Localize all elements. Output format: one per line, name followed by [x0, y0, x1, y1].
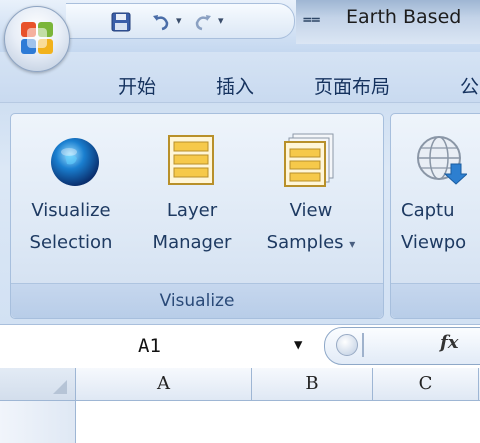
view-samples-icon — [284, 133, 334, 187]
expand-circle-icon[interactable] — [336, 334, 358, 356]
office-logo-icon — [21, 22, 53, 54]
cell-a1[interactable] — [76, 401, 480, 443]
view-samples-label-1: View — [289, 200, 333, 221]
select-all-button[interactable] — [0, 368, 76, 400]
quick-access-toolbar: ▾ ▾ — [66, 3, 295, 39]
customize-qat-icon[interactable]: ⩵ — [303, 9, 320, 27]
ribbon-tabs: 开始 插入 页面布局 公 — [0, 52, 480, 102]
visualize-group: Visualize Selection Layer Manager View S… — [10, 113, 384, 319]
tab-page-layout[interactable]: 页面布局 — [314, 72, 390, 99]
capture-globe-icon — [417, 136, 467, 185]
undo-dropdown-icon[interactable]: ▾ — [176, 14, 182, 27]
column-header-a[interactable]: A — [76, 368, 252, 400]
view-samples-label-text: Samples — [266, 232, 344, 253]
capture-label-2: Viewpo — [401, 232, 467, 253]
tab-insert[interactable]: 插入 — [216, 72, 254, 99]
select-all-icon — [53, 380, 67, 394]
save-icon[interactable] — [110, 11, 132, 33]
column-header-c[interactable]: C — [373, 368, 479, 400]
capture-group-label — [391, 283, 480, 318]
column-headers: A B C — [0, 368, 480, 401]
office-button[interactable] — [4, 6, 70, 72]
ribbon: Visualize Selection Layer Manager View S… — [0, 102, 480, 325]
undo-icon[interactable] — [150, 11, 172, 33]
visualize-selection-label-1: Visualize — [31, 200, 111, 221]
insert-function-button[interactable]: fx — [440, 332, 458, 353]
tab-home[interactable]: 开始 — [118, 72, 156, 99]
layer-manager-icon — [168, 135, 214, 185]
visualize-selection-label-2: Selection — [29, 232, 113, 253]
formula-bar: A1 ▼ fx — [0, 324, 480, 370]
name-box-value: A1 — [138, 335, 161, 357]
view-samples-label-2: Samples ▾ — [251, 228, 371, 259]
view-samples-dropdown-icon[interactable]: ▾ — [349, 237, 355, 251]
layer-manager-label-1: Layer — [166, 200, 218, 221]
capture-label-1: Captu — [401, 200, 455, 221]
globe-icon — [51, 138, 99, 186]
title-bar: ▾ ▾ ⩵ Earth Based — [0, 0, 480, 52]
window-title: Earth Based — [346, 6, 462, 28]
redo-icon[interactable] — [192, 11, 214, 33]
row-header-1[interactable] — [0, 401, 76, 443]
name-box[interactable]: A1 ▼ — [0, 331, 312, 363]
visualize-group-label: Visualize — [11, 283, 383, 318]
redo-dropdown-icon[interactable]: ▾ — [218, 14, 224, 27]
column-header-b[interactable]: B — [252, 368, 373, 400]
capture-group: Captu Viewpo — [390, 113, 480, 319]
tab-formulas[interactable]: 公 — [460, 72, 479, 99]
layer-manager-label-2: Manager — [152, 232, 232, 253]
formula-separator — [362, 333, 364, 357]
name-box-dropdown-icon[interactable]: ▼ — [294, 337, 302, 353]
